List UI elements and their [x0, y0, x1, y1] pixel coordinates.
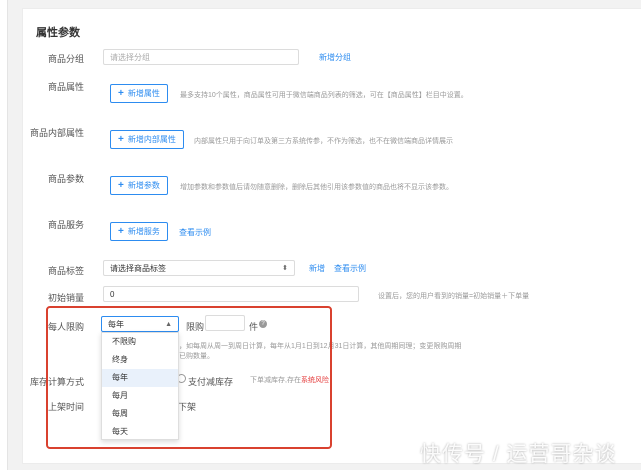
add-tag-link[interactable]: 新增 [309, 263, 325, 274]
tag-example-link[interactable]: 查看示例 [334, 263, 366, 274]
params-hint: 增加参数和参数值后请勿随意删除，删除后其他引用该参数值的商品也将不显示该参数。 [180, 184, 453, 191]
initial-sales-input[interactable]: 0 [103, 286, 359, 302]
plus-icon: + [118, 180, 124, 191]
attr-label: 商品属性 [47, 82, 84, 92]
params-label: 商品参数 [47, 174, 84, 184]
watermark: 快传号 / 运营哥杂谈 [420, 443, 617, 466]
add-internal-attr-button[interactable]: + 新增内部属性 [110, 130, 184, 149]
updown-icon: ⬍ [282, 265, 288, 272]
tag-select[interactable]: 请选择商品标签 ⬍ [103, 260, 295, 276]
annotation-highlight-box [46, 306, 332, 449]
section-title: 属性参数 [36, 27, 80, 39]
add-params-button[interactable]: + 新增参数 [110, 176, 168, 195]
tag-label: 商品标签 [47, 266, 84, 276]
initial-sales-hint: 设置后，您的用户看到的销量=初始销量＋下单量 [378, 293, 530, 300]
add-attr-button[interactable]: + 新增属性 [110, 84, 168, 103]
plus-icon: + [118, 88, 124, 99]
internal-attr-label: 商品内部属性 [30, 128, 85, 138]
left-sidebar-strip [0, 0, 8, 470]
group-label: 商品分组 [47, 54, 84, 64]
add-group-link[interactable]: 新增分组 [319, 52, 351, 63]
internal-attr-hint: 内部属性只用于向订单及第三方系统传参，不作为筛选，也不在微信端商品详情展示 [194, 138, 453, 145]
plus-icon: + [118, 134, 124, 145]
group-select-input[interactable]: 请选择分组 [103, 49, 299, 65]
service-example-link[interactable]: 查看示例 [179, 227, 211, 238]
add-service-button[interactable]: + 新增服务 [110, 222, 168, 241]
initial-sales-label: 初始销量 [47, 293, 84, 303]
service-label: 商品服务 [47, 220, 84, 230]
plus-icon: + [118, 226, 124, 237]
attr-hint: 最多支持10个属性，商品属性可用于微信端商品列表的筛选，可在【商品属性】栏目中设… [180, 92, 468, 99]
